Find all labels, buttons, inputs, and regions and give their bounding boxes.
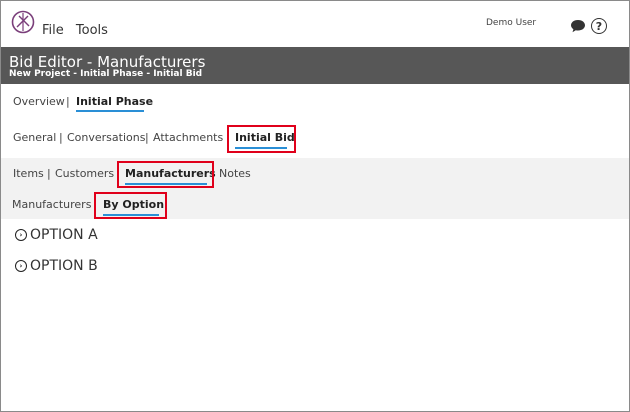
tab-separator: |: [145, 131, 149, 144]
user-name[interactable]: Demo User: [486, 18, 536, 28]
app-window: File Tools Demo User ? Bid Editor - Manu…: [0, 0, 630, 412]
highlight-box: [117, 161, 214, 188]
tab-items[interactable]: Items: [13, 167, 44, 180]
tab-attachments[interactable]: Attachments: [153, 131, 223, 144]
menu-tools[interactable]: Tools: [76, 23, 108, 38]
option-row[interactable]: › OPTION B: [15, 258, 98, 274]
help-circle-icon[interactable]: ?: [591, 18, 607, 34]
option-row[interactable]: › OPTION A: [15, 227, 98, 243]
chat-bubble-icon[interactable]: [570, 18, 586, 34]
tab-customers[interactable]: Customers: [55, 167, 114, 180]
highlight-box: [227, 125, 296, 153]
tab-separator: |: [47, 167, 51, 180]
title-bar: Bid Editor - Manufacturers New Project -…: [1, 47, 629, 84]
tab-initial-phase[interactable]: Initial Phase: [76, 95, 153, 108]
tab-general[interactable]: General: [13, 131, 56, 144]
tab-separator: |: [59, 131, 63, 144]
main-menu: File Tools: [42, 23, 116, 38]
chevron-glyph: ›: [19, 262, 23, 270]
app-logo-icon[interactable]: [11, 10, 35, 34]
tab-manufacturers-list[interactable]: Manufacturers: [12, 198, 91, 211]
tabs-level-4: Manufacturers By Option: [1, 191, 629, 219]
tab-conversations[interactable]: Conversations: [67, 131, 145, 144]
option-label[interactable]: OPTION B: [30, 258, 98, 274]
menu-file[interactable]: File: [42, 23, 64, 38]
highlight-box: [94, 192, 167, 219]
tabs-level-1: Overview | Initial Phase: [1, 93, 629, 117]
option-label[interactable]: OPTION A: [30, 227, 98, 243]
tab-separator: |: [66, 95, 70, 108]
tabs-level-3: Items | Customers Manufacturers Notes: [1, 160, 629, 188]
tab-overview[interactable]: Overview: [13, 95, 65, 108]
chevron-right-circle-icon[interactable]: ›: [15, 260, 27, 272]
breadcrumb: New Project - Initial Phase - Initial Bi…: [9, 69, 203, 79]
chevron-glyph: ›: [19, 231, 23, 239]
tab-notes[interactable]: Notes: [219, 167, 251, 180]
active-tab-underline: [76, 110, 144, 112]
tabs-level-2: General | Conversations | Attachments In…: [1, 125, 629, 155]
top-bar: File Tools Demo User ?: [1, 1, 629, 46]
help-glyph: ?: [595, 19, 603, 33]
chevron-right-circle-icon[interactable]: ›: [15, 229, 27, 241]
